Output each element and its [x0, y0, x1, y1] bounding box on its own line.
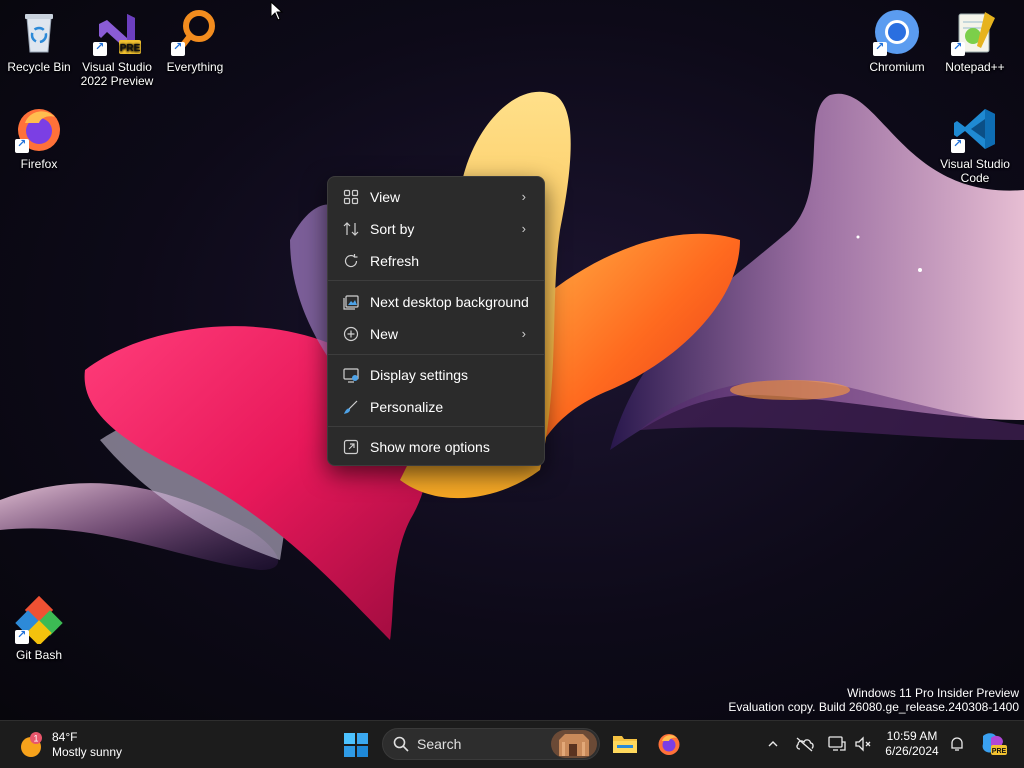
taskbar: 1 84°F Mostly sunny Search 10:59 AM 6/26… — [0, 720, 1024, 768]
desktop-icon-recycle-bin[interactable]: Recycle Bin — [1, 8, 77, 74]
firefox-icon — [658, 734, 680, 755]
start-windows-icon[interactable] — [344, 733, 368, 757]
everything-search-icon — [171, 8, 219, 56]
menu-item-label: Sort by — [370, 221, 415, 237]
weather-alert-badge: 1 — [33, 734, 38, 744]
search-icon — [393, 736, 409, 752]
watermark-edition: Windows 11 Pro Insider Preview — [847, 686, 1019, 700]
desktop-icon-vscode[interactable]: Visual Studio Code — [937, 105, 1013, 185]
display-settings-icon — [342, 366, 360, 384]
git-bash-icon — [15, 595, 63, 646]
copilot-button[interactable]: PRE — [979, 733, 1007, 755]
visual-studio-icon: PRE — [93, 8, 141, 56]
desktop-icon-label: Chromium — [869, 60, 925, 74]
weather-sun-icon: 1 — [21, 732, 42, 757]
taskbar-clock[interactable]: 10:59 AM 6/26/2024 — [877, 729, 947, 759]
shortcut-arrow-icon — [951, 40, 965, 56]
shortcut-arrow-icon — [15, 137, 29, 153]
menu-separator — [328, 426, 544, 427]
menu-item-show-more-options[interactable]: Show more options — [332, 432, 540, 462]
clock-time: 10:59 AM — [886, 729, 938, 743]
onedrive-offline-icon — [796, 737, 814, 752]
recycle-bin-icon — [15, 8, 63, 56]
desktop-icon-label: Recycle Bin — [7, 60, 71, 74]
menu-item-label: Personalize — [370, 399, 444, 415]
windows-watermark: Windows 11 Pro Insider Preview Evaluatio… — [728, 686, 1019, 714]
personalize-brush-icon — [342, 398, 360, 416]
shortcut-arrow-icon — [93, 40, 107, 56]
notepad-plus-plus-icon — [951, 8, 999, 56]
desktop-icon-label: Notepad++ — [945, 60, 1005, 74]
menu-separator — [328, 280, 544, 281]
copilot-icon: PRE — [982, 733, 1007, 755]
onedrive-button[interactable] — [794, 733, 816, 755]
chevron-right-icon: › — [521, 221, 526, 236]
taskbar-file-explorer[interactable] — [610, 729, 640, 759]
desktop-icon-git-bash[interactable]: Git Bash — [1, 595, 77, 662]
menu-item-view[interactable]: View › — [332, 182, 540, 212]
menu-item-display-settings[interactable]: Display settings — [332, 360, 540, 390]
menu-item-label: View — [370, 189, 401, 205]
clock-date: 6/26/2024 — [885, 744, 939, 758]
desktop-icon-label: Everything — [166, 60, 224, 74]
desktop-icon-chromium[interactable]: Chromium — [859, 8, 935, 74]
volume-button[interactable] — [852, 733, 874, 755]
notification-center-button[interactable] — [946, 733, 968, 755]
chevron-right-icon: › — [521, 326, 526, 341]
notification-bell-icon — [951, 737, 963, 751]
desktop[interactable]: Recycle Bin PRE Visual Studio 2022 Previ… — [0, 0, 1024, 720]
chromium-icon — [873, 8, 921, 56]
vscode-icon — [951, 105, 999, 153]
desktop-icon-label: Firefox — [20, 157, 58, 171]
weather-temp: 84°F — [52, 730, 78, 744]
desktop-icon-label: Git Bash — [15, 648, 63, 662]
refresh-icon — [342, 252, 360, 270]
search-highlight-petra-icon — [551, 730, 597, 758]
search-label: Search — [417, 736, 462, 752]
chevron-right-icon: › — [521, 189, 526, 204]
menu-item-refresh[interactable]: Refresh — [332, 246, 540, 276]
menu-item-personalize[interactable]: Personalize — [332, 392, 540, 422]
desktop-icon-firefox[interactable]: Firefox — [1, 105, 77, 171]
watermark-build: Evaluation copy. Build 26080.ge_release.… — [728, 700, 1019, 714]
network-icon — [828, 736, 846, 751]
desktop-icon-label: Visual Studio 2022 Preview — [80, 60, 154, 88]
mouse-cursor-icon — [270, 1, 284, 21]
menu-separator — [328, 354, 544, 355]
desktop-context-menu: View › Sort by › Refresh Next desktop ba… — [327, 176, 545, 466]
weather-widget[interactable]: 1 84°F Mostly sunny — [18, 727, 122, 763]
menu-item-next-desktop-background[interactable]: Next desktop background — [332, 287, 540, 317]
shortcut-arrow-icon — [873, 40, 887, 56]
taskbar-search-box[interactable]: Search — [382, 728, 600, 760]
menu-item-label: New — [370, 326, 399, 342]
menu-item-label: Next desktop background — [370, 294, 529, 310]
network-button[interactable] — [826, 733, 848, 755]
menu-item-sort-by[interactable]: Sort by › — [332, 214, 540, 244]
desktop-icon-everything[interactable]: Everything — [157, 8, 233, 74]
desktop-icon-visual-studio[interactable]: PRE Visual Studio 2022 Preview — [79, 8, 155, 88]
volume-muted-icon — [855, 736, 871, 752]
taskbar-firefox[interactable] — [654, 729, 684, 759]
show-more-options-icon — [342, 438, 360, 456]
next-background-icon — [342, 293, 360, 311]
desktop-icon-notepad-plus-plus[interactable]: Notepad++ — [937, 8, 1013, 74]
view-grid-icon — [342, 188, 360, 206]
menu-item-label: Refresh — [370, 253, 420, 269]
firefox-icon — [15, 105, 63, 153]
shortcut-arrow-icon — [171, 40, 185, 56]
file-explorer-icon — [613, 736, 637, 753]
shortcut-arrow-icon — [951, 137, 965, 153]
chevron-up-icon — [768, 741, 778, 747]
menu-item-label: Show more options — [370, 439, 490, 455]
pre-badge: PRE — [120, 43, 141, 54]
menu-item-new[interactable]: New › — [332, 319, 540, 349]
sort-icon — [342, 220, 360, 238]
desktop-icon-label: Visual Studio Code — [940, 157, 1010, 185]
new-plus-icon — [342, 325, 360, 343]
show-hidden-icons-button[interactable] — [762, 733, 784, 755]
shortcut-arrow-icon — [15, 628, 29, 644]
weather-condition: Mostly sunny — [52, 745, 123, 759]
menu-item-label: Display settings — [370, 367, 469, 383]
copilot-pre-badge: PRE — [992, 748, 1007, 755]
